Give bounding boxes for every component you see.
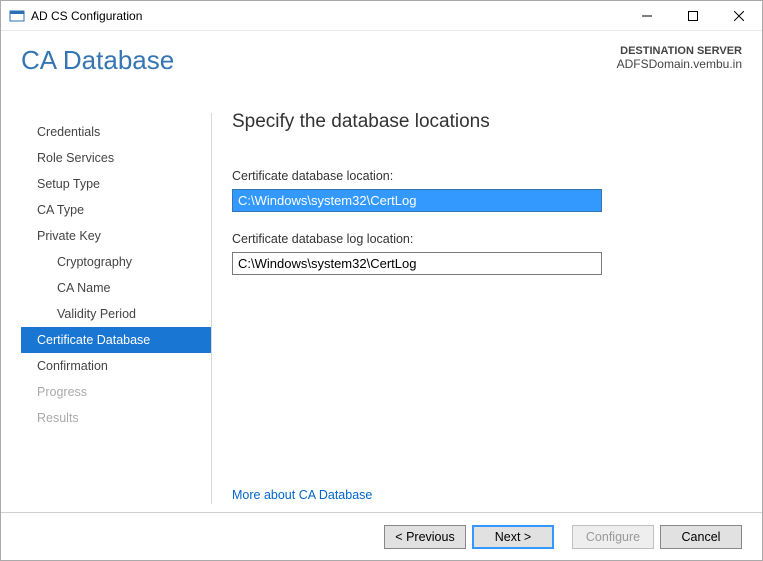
titlebar: AD CS Configuration <box>1 1 762 31</box>
header-row: CA Database DESTINATION SERVER ADFSDomai… <box>21 45 742 76</box>
destination-name: ADFSDomain.vembu.in <box>617 57 742 71</box>
minimize-button[interactable] <box>624 1 670 31</box>
footer: < Previous Next > Configure Cancel <box>1 512 762 560</box>
sidebar: Credentials Role Services Setup Type CA … <box>21 119 211 512</box>
window-controls <box>624 1 762 30</box>
nav-setup-type[interactable]: Setup Type <box>21 171 211 197</box>
nav-progress: Progress <box>21 379 211 405</box>
next-button[interactable]: Next > <box>472 525 554 549</box>
nav-confirmation[interactable]: Confirmation <box>21 353 211 379</box>
panel: Specify the database locations Certifica… <box>212 119 742 512</box>
nav-cryptography[interactable]: Cryptography <box>21 249 211 275</box>
main-row: Credentials Role Services Setup Type CA … <box>21 119 742 512</box>
nav-private-key[interactable]: Private Key <box>21 223 211 249</box>
configure-button: Configure <box>572 525 654 549</box>
db-location-label: Certificate database location: <box>232 169 742 183</box>
window-title: AD CS Configuration <box>31 9 624 23</box>
destination-label: DESTINATION SERVER <box>617 45 742 57</box>
page-title: CA Database <box>21 45 174 76</box>
nav-ca-type[interactable]: CA Type <box>21 197 211 223</box>
nav-role-services[interactable]: Role Services <box>21 145 211 171</box>
nav-ca-name[interactable]: CA Name <box>21 275 211 301</box>
maximize-button[interactable] <box>670 1 716 31</box>
help-link[interactable]: More about CA Database <box>232 488 372 502</box>
panel-heading: Specify the database locations <box>232 111 742 133</box>
db-log-location-input[interactable] <box>232 252 602 275</box>
nav-certificate-database[interactable]: Certificate Database <box>21 327 211 353</box>
nav-validity-period[interactable]: Validity Period <box>21 301 211 327</box>
previous-button[interactable]: < Previous <box>384 525 466 549</box>
nav-credentials[interactable]: Credentials <box>21 119 211 145</box>
close-button[interactable] <box>716 1 762 31</box>
destination-server: DESTINATION SERVER ADFSDomain.vembu.in <box>617 45 742 71</box>
db-location-input[interactable] <box>232 189 602 212</box>
nav-results: Results <box>21 405 211 431</box>
app-icon <box>9 8 25 24</box>
cancel-button[interactable]: Cancel <box>660 525 742 549</box>
db-log-location-label: Certificate database log location: <box>232 232 742 246</box>
content-area: CA Database DESTINATION SERVER ADFSDomai… <box>1 31 762 512</box>
